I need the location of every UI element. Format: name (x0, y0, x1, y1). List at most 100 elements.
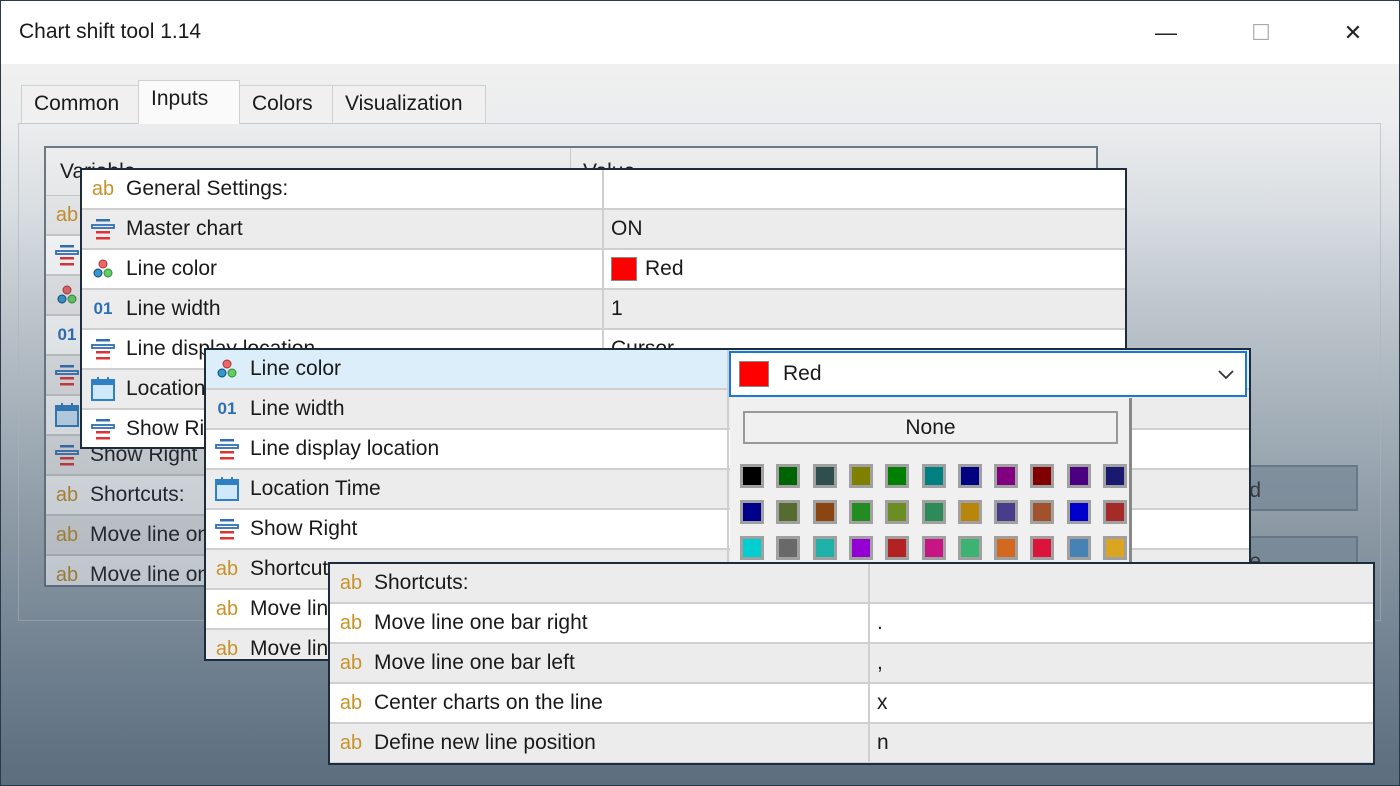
variable-label: General Settings: (126, 177, 289, 200)
variable-cell: Line display location (206, 430, 727, 468)
color-swatch-option[interactable] (776, 464, 801, 488)
calendar-icon (214, 477, 240, 501)
text-type-icon: ab (215, 597, 239, 620)
variable-cell: ab Center charts on the line (330, 684, 868, 722)
maximize-button[interactable]: ☐ (1241, 15, 1281, 51)
value-cell[interactable] (868, 564, 1373, 602)
table-row[interactable]: ab Define new line position n (330, 724, 1373, 763)
text-type-icon: ab (339, 651, 363, 674)
color-swatch-option[interactable] (1030, 464, 1055, 488)
enum-type-icon (90, 417, 116, 441)
text-type-icon: ab (339, 691, 363, 714)
minimize-button[interactable]: — (1146, 15, 1186, 51)
color-swatch-option[interactable] (1066, 536, 1091, 560)
table-row[interactable]: Line color Red (82, 250, 1125, 290)
variable-cell: 01 Line width (82, 290, 602, 328)
line-color-value: Red (783, 362, 822, 385)
variable-label: Shortcuts: (90, 483, 185, 506)
table-row[interactable]: 01 Line width 1 (82, 290, 1125, 330)
color-swatch-option[interactable] (957, 464, 982, 488)
color-swatch-option[interactable] (885, 536, 910, 560)
table-row[interactable]: Master chart ON (82, 210, 1125, 250)
text-type-icon: ab (339, 571, 363, 594)
color-swatch-option[interactable] (740, 464, 764, 488)
table-row[interactable]: ab Center charts on the line x (330, 684, 1373, 724)
color-swatch-option[interactable] (848, 536, 873, 560)
color-type-icon (90, 257, 116, 281)
tab-colors[interactable]: Colors (239, 85, 333, 123)
color-swatch-option[interactable] (1066, 500, 1091, 524)
variable-label: Line color (250, 357, 342, 380)
color-swatch-option[interactable] (921, 464, 946, 488)
enum-type-icon (54, 363, 80, 387)
color-swatch-option[interactable] (848, 464, 873, 488)
none-color-button[interactable]: None (743, 411, 1118, 444)
close-button[interactable]: ✕ (1333, 15, 1373, 51)
value-text: n (877, 731, 889, 754)
color-swatch-option[interactable] (921, 536, 946, 560)
color-swatch-option[interactable] (994, 464, 1019, 488)
line-color-select[interactable]: Red (729, 351, 1247, 397)
value-cell[interactable]: x (868, 684, 1373, 722)
color-swatch-option[interactable] (921, 500, 946, 524)
table-row[interactable]: ab General Settings: (82, 170, 1125, 210)
integer-type-icon: 01 (217, 399, 237, 418)
color-swatch-option[interactable] (1103, 464, 1127, 488)
color-picker-popup: None (730, 398, 1132, 564)
variable-label: Location Time (250, 477, 381, 500)
color-swatch-option[interactable] (1103, 536, 1127, 560)
value-text: . (877, 611, 883, 634)
value-text: , (877, 651, 883, 674)
value-text: x (877, 691, 888, 714)
value-cell[interactable]: ON (602, 210, 1125, 248)
color-swatch-option[interactable] (1030, 536, 1055, 560)
table-row[interactable]: ab Move line one bar left, (330, 644, 1373, 684)
color-swatch-option[interactable] (812, 464, 837, 488)
tab-common[interactable]: Common (21, 85, 139, 123)
variable-cell: ab Move line one bar left (330, 644, 868, 682)
calendar-icon (54, 403, 80, 427)
text-type-icon: ab (55, 483, 79, 506)
color-swatch-option[interactable] (885, 500, 910, 524)
color-swatch-option[interactable] (776, 536, 801, 560)
color-swatch-option[interactable] (885, 464, 910, 488)
value-cell[interactable]: , (868, 644, 1373, 682)
color-swatch-option[interactable] (1066, 464, 1091, 488)
variable-cell: Show Right (206, 510, 727, 548)
color-swatch-option[interactable] (1103, 500, 1127, 524)
color-swatch-option[interactable] (812, 500, 837, 524)
color-swatch-option[interactable] (812, 536, 837, 560)
variable-cell: ab Define new line position (330, 724, 868, 762)
chevron-down-icon[interactable] (1217, 368, 1235, 380)
variable-cell: Line color (82, 250, 602, 288)
color-type-icon (214, 357, 240, 381)
variable-label: Center charts on the line (374, 691, 603, 714)
color-swatch-option[interactable] (1030, 500, 1055, 524)
color-type-icon (54, 283, 80, 307)
color-swatch-option[interactable] (848, 500, 873, 524)
integer-type-icon: 01 (93, 299, 113, 318)
enum-type-icon (54, 443, 80, 467)
color-swatch-option[interactable] (740, 536, 764, 560)
color-swatch-option[interactable] (957, 536, 982, 560)
tab-inputs[interactable]: Inputs (138, 80, 240, 124)
value-cell[interactable]: Red (602, 250, 1125, 288)
variable-cell: 01 Line width (206, 390, 727, 428)
value-cell[interactable] (602, 170, 1125, 208)
color-swatch-option[interactable] (776, 500, 801, 524)
enum-type-icon (90, 337, 116, 361)
color-swatch-option[interactable] (994, 536, 1019, 560)
table-row[interactable]: ab Move line one bar right. (330, 604, 1373, 644)
variable-label: Master chart (126, 217, 243, 240)
value-cell[interactable]: n (868, 724, 1373, 762)
color-swatch-option[interactable] (957, 500, 982, 524)
value-text: ON (611, 217, 643, 240)
value-cell[interactable]: 1 (602, 290, 1125, 328)
tab-visualization[interactable]: Visualization (332, 85, 486, 123)
color-swatch-option[interactable] (994, 500, 1019, 524)
enum-type-icon (214, 437, 240, 461)
table-row[interactable]: ab Shortcuts: (330, 564, 1373, 604)
value-cell[interactable]: . (868, 604, 1373, 642)
variable-cell: Line color (206, 350, 727, 388)
color-swatch-option[interactable] (740, 500, 764, 524)
